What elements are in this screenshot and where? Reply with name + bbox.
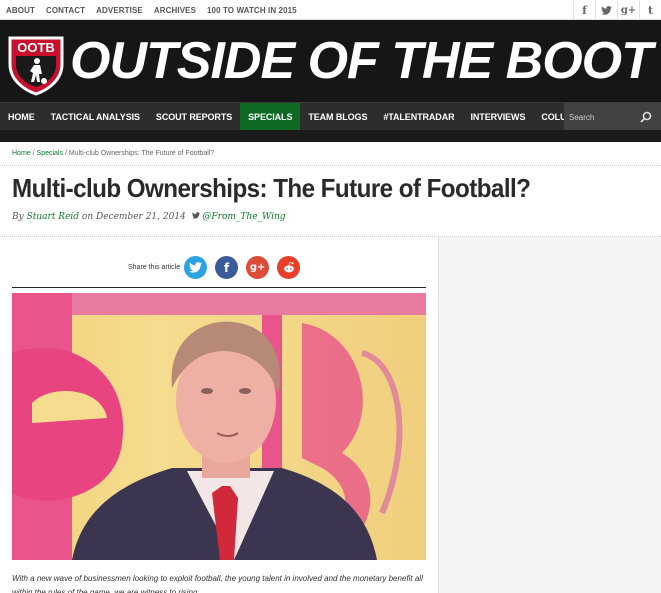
share-facebook-button[interactable]: f — [215, 256, 239, 279]
divider — [0, 165, 661, 166]
googleplus-icon: g+ — [249, 262, 266, 273]
twitter-icon — [191, 212, 200, 219]
article-image — [12, 293, 426, 560]
share-bar: Share this article f g+ — [128, 256, 308, 279]
top-links: ABOUT CONTACT ADVERTISE ARCHIVES 100 TO … — [6, 0, 308, 20]
nav-item-talentradar[interactable]: #TALENTRADAR — [375, 103, 462, 131]
top-link-about[interactable]: ABOUT — [6, 6, 35, 15]
search-icon[interactable] — [640, 111, 652, 123]
breadcrumb-specials[interactable]: Specials — [37, 150, 63, 157]
top-link-100-to-watch[interactable]: 100 TO WATCH IN 2015 — [207, 6, 297, 15]
twitter-icon[interactable] — [595, 0, 617, 20]
logo-text: OOTB — [17, 40, 55, 55]
googleplus-icon[interactable]: g+ — [617, 0, 639, 20]
site-title[interactable]: OUTSIDE OF THE BOOT — [70, 30, 661, 92]
main-nav: HOME TACTICAL ANALYSIS SCOUT REPORTS SPE… — [0, 102, 661, 131]
top-bar: ABOUT CONTACT ADVERTISE ARCHIVES 100 TO … — [0, 0, 661, 20]
facebook-icon[interactable]: f — [573, 0, 595, 20]
top-link-advertise[interactable]: ADVERTISE — [96, 6, 143, 15]
nav-item-tactical-analysis[interactable]: TACTICAL ANALYSIS — [43, 103, 148, 131]
reddit-icon — [283, 261, 294, 273]
twitter-handle-link[interactable]: @From_The_Wing — [202, 212, 285, 222]
breadcrumb-home[interactable]: Home — [12, 150, 31, 157]
breadcrumb: Home / Specials / Multi-club Ownerships:… — [12, 150, 215, 157]
sidebar — [438, 237, 661, 593]
share-googleplus-button[interactable]: g+ — [246, 256, 270, 279]
article-date: on December 21, 2014 — [81, 212, 186, 222]
author-link[interactable]: Stuart Reid — [27, 212, 79, 222]
nav-item-home[interactable]: HOME — [0, 103, 43, 131]
site-header: OOTB OUTSIDE OF THE BOOT — [0, 20, 661, 102]
ootb-logo[interactable]: OOTB — [4, 34, 68, 96]
nav-item-specials[interactable]: SPECIALS — [240, 103, 301, 131]
tumblr-icon[interactable]: t — [639, 0, 661, 20]
header-bottom-strip — [0, 130, 661, 142]
byline: By Stuart Reid on December 21, 2014 @Fro… — [12, 212, 286, 222]
top-link-contact[interactable]: CONTACT — [46, 6, 85, 15]
article-title: Multi-club Ownerships: The Future of Foo… — [12, 173, 531, 203]
byline-by: By — [12, 212, 24, 222]
top-link-archives[interactable]: ARCHIVES — [154, 6, 196, 15]
twitter-icon — [189, 262, 203, 273]
breadcrumb-current: Multi-club Ownerships: The Future of Foo… — [68, 150, 215, 157]
nav-item-interviews[interactable]: INTERVIEWS — [463, 103, 534, 131]
nav-item-team-blogs[interactable]: TEAM BLOGS — [300, 103, 375, 131]
search-input[interactable] — [564, 112, 640, 122]
search-box — [564, 103, 661, 131]
social-links: f g+ t — [573, 0, 661, 20]
share-label: Share this article — [128, 264, 181, 271]
share-rule — [12, 287, 426, 288]
nav-item-scout-reports[interactable]: SCOUT REPORTS — [148, 103, 240, 131]
facebook-icon: f — [224, 260, 230, 275]
share-twitter-button[interactable] — [184, 256, 208, 279]
article-intro: With a new wave of businessmen looking t… — [12, 574, 423, 593]
share-reddit-button[interactable] — [277, 256, 301, 279]
